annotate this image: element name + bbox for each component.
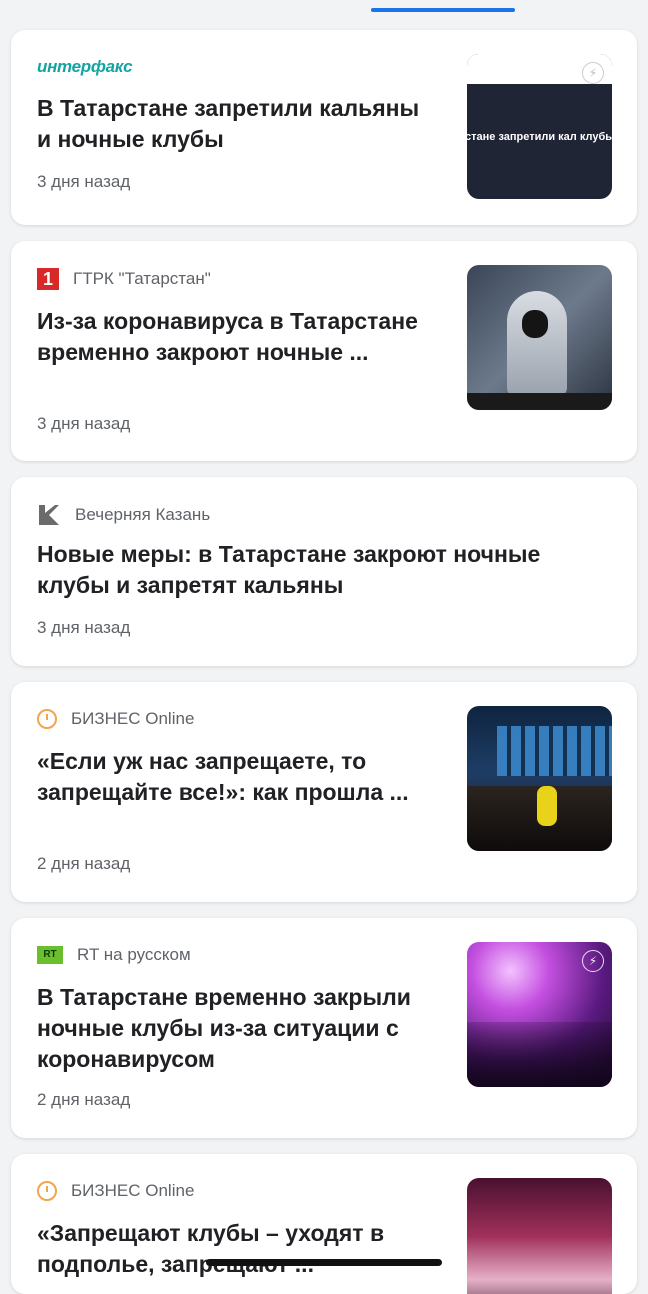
news-source-name: ГТРК "Татарстан" bbox=[73, 269, 211, 288]
news-source: БИЗНЕС Online bbox=[37, 1181, 194, 1201]
news-headline: В Татарстане запретили кальяны и ночные … bbox=[37, 95, 420, 152]
news-thumbnail[interactable] bbox=[467, 1178, 612, 1294]
thumb-building-windows bbox=[497, 726, 612, 776]
business-online-clock-icon bbox=[37, 1181, 57, 1201]
news-card[interactable]: Вечерняя Казань Новые меры: в Татарстане… bbox=[11, 477, 637, 666]
business-online-clock-icon bbox=[37, 709, 57, 729]
news-time: 2 дня назад bbox=[37, 1090, 131, 1109]
news-card[interactable]: БИЗНЕС Online «Если уж нас запрещаете, т… bbox=[11, 682, 637, 902]
news-headline: Из-за коронавируса в Татарстане временно… bbox=[37, 308, 418, 365]
news-headline: «Запрещают клубы – уходят в подполье, за… bbox=[37, 1220, 385, 1277]
news-headline: «Если уж нас запрещаете, то запрещайте в… bbox=[37, 748, 409, 805]
news-time: 3 дня назад bbox=[37, 618, 131, 637]
vechernyaya-kazan-logo bbox=[39, 505, 59, 525]
news-source: RT RT на русском bbox=[37, 945, 191, 965]
news-card[interactable]: интерфакс В Татарстане запретили кальяны… bbox=[11, 30, 637, 225]
news-source: БИЗНЕС Online bbox=[37, 709, 194, 729]
news-source-name: RT на русском bbox=[77, 945, 191, 964]
news-thumbnail[interactable] bbox=[467, 265, 612, 410]
news-source: 1 ГТРК "Татарстан" bbox=[37, 268, 211, 290]
active-tab-indicator bbox=[371, 8, 515, 12]
interfax-logo: интерфакс bbox=[37, 57, 133, 76]
news-time: 2 дня назад bbox=[37, 854, 131, 873]
thumb-ticker bbox=[467, 393, 612, 410]
news-source: интерфакс bbox=[37, 57, 146, 77]
news-time: 3 дня назад bbox=[37, 414, 131, 433]
news-source: Вечерняя Казань bbox=[37, 503, 210, 527]
thumb-mask bbox=[522, 310, 548, 338]
news-thumbnail[interactable] bbox=[467, 706, 612, 851]
news-source-name: БИЗНЕС Online bbox=[71, 1181, 195, 1200]
news-headline: Новые меры: в Татарстане закроют ночные … bbox=[37, 541, 541, 598]
news-time: 3 дня назад bbox=[37, 172, 131, 191]
news-source-name: БИЗНЕС Online bbox=[71, 709, 195, 728]
news-thumbnail[interactable]: ⚡ bbox=[467, 942, 612, 1087]
amp-lightning-icon: ⚡ bbox=[582, 950, 604, 972]
news-card[interactable]: RT RT на русском В Татарстане временно з… bbox=[11, 918, 637, 1138]
thumb-figure bbox=[507, 291, 567, 396]
top-tab-bar bbox=[0, 0, 648, 14]
thumb-caption: стане запретили кал клубы bbox=[467, 131, 612, 143]
home-indicator[interactable] bbox=[206, 1259, 442, 1266]
amp-lightning-icon: ⚡ bbox=[582, 62, 604, 84]
thumb-crowd bbox=[467, 1022, 612, 1087]
rt-logo: RT bbox=[37, 946, 63, 964]
news-card[interactable]: БИЗНЕС Online «Запрещают клубы – уходят … bbox=[11, 1154, 637, 1294]
news-headline: В Татарстане временно закрыли ночные клу… bbox=[37, 984, 411, 1072]
thumb-person bbox=[537, 786, 557, 826]
news-thumbnail[interactable]: стане запретили кал клубы ⚡ bbox=[467, 54, 612, 199]
channel-one-logo: 1 bbox=[37, 268, 59, 290]
news-source-name: Вечерняя Казань bbox=[75, 505, 211, 524]
news-card[interactable]: 1 ГТРК "Татарстан" Из-за коронавируса в … bbox=[11, 241, 637, 461]
